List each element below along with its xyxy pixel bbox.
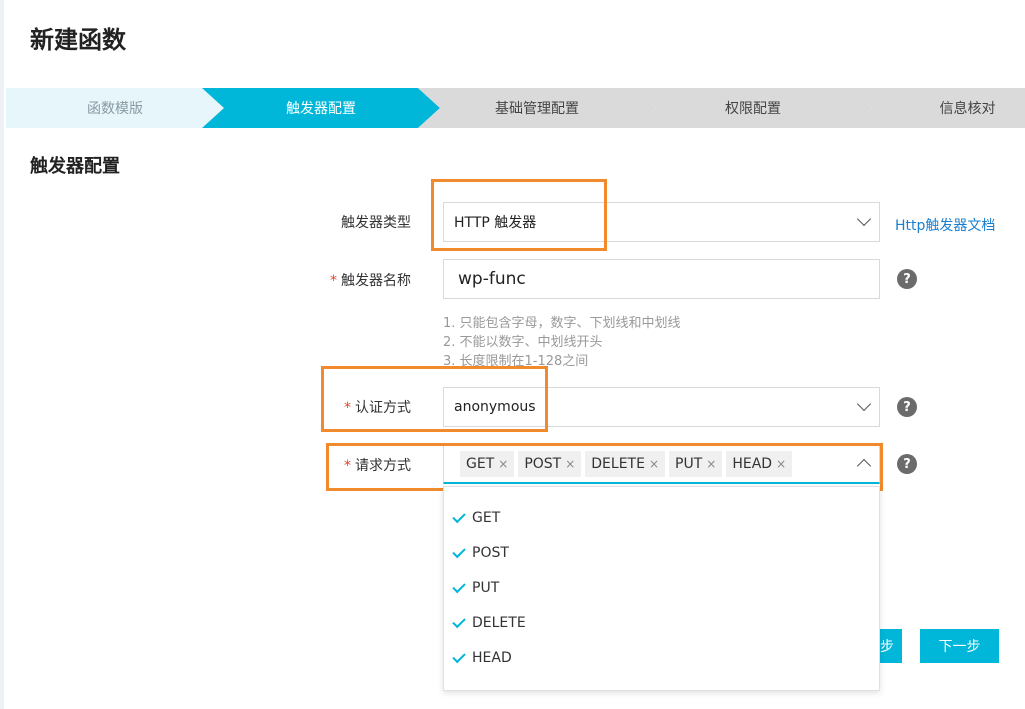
method-option-delete[interactable]: DELETE — [444, 608, 879, 638]
trigger-name-label: * 触发器名称 — [330, 270, 411, 290]
option-label: POST — [472, 545, 509, 561]
method-option-head[interactable]: HEAD — [444, 643, 879, 673]
chevron-down-icon — [856, 211, 872, 227]
check-icon — [452, 579, 466, 593]
next-step-label: 下一步 — [938, 639, 981, 655]
section-title: 触发器配置 — [30, 156, 120, 177]
trigger-type-label: 触发器类型 — [341, 215, 411, 231]
methods-dropdown: GET POST PUT DELETE HEAD — [443, 486, 880, 691]
check-icon — [452, 509, 466, 523]
method-option-get[interactable]: GET — [444, 503, 879, 533]
chevron-down-icon — [856, 396, 872, 412]
left-border — [0, 0, 4, 709]
check-icon — [452, 649, 466, 663]
option-label: PUT — [472, 580, 500, 596]
step-trigger-config[interactable]: 触发器配置 — [202, 88, 440, 128]
check-icon — [452, 614, 466, 628]
http-trigger-doc-link[interactable]: Http触发器文档 — [895, 215, 995, 235]
highlight-box — [431, 179, 607, 251]
highlight-box — [321, 366, 548, 432]
option-label: GET — [472, 510, 501, 526]
help-icon[interactable]: ? — [897, 269, 917, 289]
option-label: DELETE — [472, 615, 526, 631]
step-basic-config[interactable]: 基础管理配置 — [418, 88, 656, 128]
trigger-name-label-text: 触发器名称 — [341, 273, 411, 289]
option-label: HEAD — [472, 650, 512, 666]
hint-line: 1. 只能包含字母，数字、下划线和中划线 — [443, 316, 681, 331]
page-title: 新建函数 — [30, 26, 126, 54]
required-mark: * — [330, 273, 337, 289]
highlight-box — [326, 443, 883, 491]
trigger-name-input[interactable]: wp-func — [443, 259, 880, 299]
check-icon — [452, 544, 466, 558]
prev-step-label: 步 — [880, 639, 894, 655]
trigger-name-value: wp-func — [458, 269, 526, 289]
step-label: 基础管理配置 — [495, 101, 579, 117]
help-icon[interactable]: ? — [897, 397, 917, 417]
step-permission-config[interactable]: 权限配置 — [634, 88, 872, 128]
step-label: 信息核对 — [939, 101, 996, 117]
step-label: 函数模版 — [87, 101, 143, 117]
method-option-post[interactable]: POST — [444, 538, 879, 568]
next-step-button[interactable]: 下一步 — [920, 629, 999, 663]
help-icon[interactable]: ? — [897, 454, 917, 474]
step-function-template[interactable]: 函数模版 — [6, 88, 224, 128]
wizard-steps: 函数模版 触发器配置 基础管理配置 权限配置 信息核对 — [6, 88, 1025, 128]
step-label: 触发器配置 — [286, 101, 356, 117]
step-label: 权限配置 — [725, 101, 781, 117]
hint-line: 2. 不能以数字、中划线开头 — [443, 335, 603, 350]
trigger-name-hints: 1. 只能包含字母，数字、下划线和中划线 2. 不能以数字、中划线开头 3. 长… — [443, 314, 681, 371]
step-review[interactable]: 信息核对 — [850, 88, 1025, 128]
method-option-put[interactable]: PUT — [444, 573, 879, 603]
